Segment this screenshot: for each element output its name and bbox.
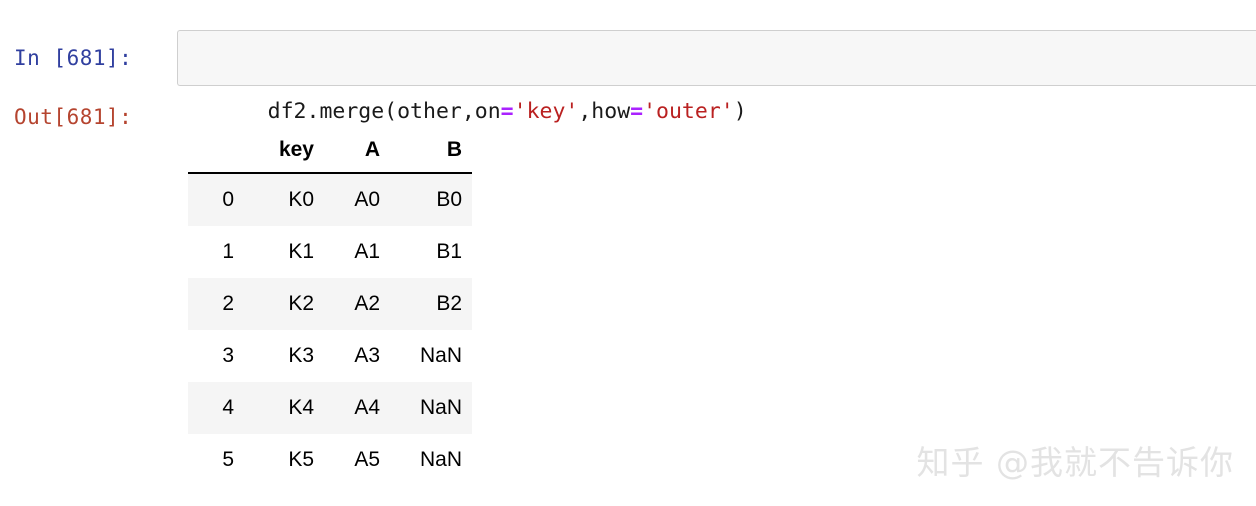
table-row-index: 3 [188,330,238,382]
table-column-header-b: B [390,134,472,174]
code-token-operator: = [630,99,644,124]
table-row: 2 K2 A2 B2 [188,278,472,330]
table-cell-a: A2 [324,278,390,330]
table-row-index: 4 [188,382,238,434]
table-cell-a: A1 [324,226,390,278]
input-prompt-label: In [681]: [14,46,133,70]
table-row-index: 5 [188,434,238,486]
table-cell-a: A3 [324,330,390,382]
table-row-index: 0 [188,173,238,226]
output-prompt-label: Out[681]: [14,105,133,129]
table-row: 1 K1 A1 B1 [188,226,472,278]
code-input-area[interactable]: df2.merge(other,on='key',how='outer') [177,30,1256,124]
table-cell-b: B1 [390,226,472,278]
code-token-plain: ) [733,99,747,124]
code-token-plain: df2.merge(other,on [267,99,501,124]
table-index-header [188,134,238,174]
zhihu-watermark: 知乎 @我就不告诉你 [916,443,1234,482]
table-cell-b: B2 [390,278,472,330]
table-column-header-key: key [238,134,324,174]
notebook-input-cell: In [681]: df2.merge(other,on='key',how='… [0,30,1256,124]
table-cell-a: A5 [324,434,390,486]
table-cell-key: K3 [238,330,324,382]
table-row: 4 K4 A4 NaN [188,382,472,434]
table-cell-key: K4 [238,382,324,434]
dataframe-table: key A B 0 K0 A0 B0 1 K1 A1 B1 2 K2 A2 B2… [188,134,472,486]
table-row-index: 1 [188,226,238,278]
table-cell-b: NaN [390,330,472,382]
code-token-string: 'outer' [643,99,734,124]
table-header-row: key A B [188,134,472,174]
dataframe-body: 0 K0 A0 B0 1 K1 A1 B1 2 K2 A2 B2 3 K3 A3 [188,173,472,486]
table-cell-a: A0 [324,173,390,226]
table-row: 3 K3 A3 NaN [188,330,472,382]
table-cell-key: K2 [238,278,324,330]
code-token-string: 'key' [513,99,579,124]
table-cell-key: K0 [238,173,324,226]
dataframe-header: key A B [188,134,472,174]
table-cell-b: NaN [390,382,472,434]
code-token-operator: = [500,99,514,124]
table-row-index: 2 [188,278,238,330]
table-row: 0 K0 A0 B0 [188,173,472,226]
table-cell-key: K1 [238,226,324,278]
table-cell-a: A4 [324,382,390,434]
code-token-plain: ,how [578,99,631,124]
table-cell-b: NaN [390,434,472,486]
dataframe-output: key A B 0 K0 A0 B0 1 K1 A1 B1 2 K2 A2 B2… [188,134,472,486]
table-cell-key: K5 [238,434,324,486]
table-row: 5 K5 A5 NaN [188,434,472,486]
table-column-header-a: A [324,134,390,174]
table-cell-b: B0 [390,173,472,226]
code-line[interactable]: df2.merge(other,on='key',how='outer') [190,31,747,124]
